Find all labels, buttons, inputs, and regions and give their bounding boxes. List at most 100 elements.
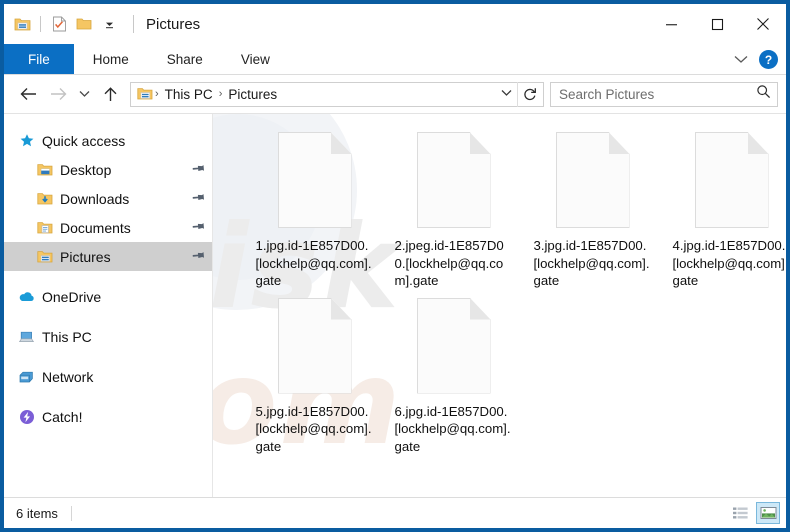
network-icon (18, 368, 35, 385)
sidebar-item-label: Documents (60, 219, 131, 236)
sidebar-item-label: Network (42, 368, 94, 385)
address-dropdown-chevron-down-icon[interactable] (495, 88, 517, 100)
forward-button[interactable] (44, 81, 72, 107)
address-bar: › This PC › Pictures (4, 75, 786, 113)
sidebar-item-label: Downloads (60, 190, 130, 207)
breadcrumb-separator[interactable]: › (154, 88, 160, 100)
search-input[interactable] (559, 86, 756, 102)
ribbon-right-controls: ? (734, 44, 778, 75)
breadcrumb-bar[interactable]: › This PC › Pictures (130, 81, 544, 107)
file-name-label: 5.jpg.id-1E857D00.[lockhelp@qq.com].gate (255, 403, 372, 454)
file-item[interactable]: 1.jpg.id-1E857D00.[lockhelp@qq.com].gate (245, 128, 384, 290)
sidebar-item-desktop[interactable]: Desktop (4, 155, 212, 184)
title-bar: Pictures (4, 4, 786, 44)
details-view-button[interactable] (728, 502, 752, 524)
qat-separator (40, 16, 41, 32)
close-button[interactable] (740, 4, 786, 44)
quick-access-toolbar (4, 4, 134, 44)
pin-icon[interactable] (189, 160, 208, 179)
folder-properties-icon[interactable] (48, 13, 70, 35)
onedrive-cloud-icon (18, 288, 35, 305)
navigation-pane: Quick access Desktop Downloads Documents… (4, 114, 212, 497)
file-item[interactable]: 5.jpg.id-1E857D00.[lockhelp@qq.com].gate (245, 294, 384, 456)
view-mode-buttons (728, 502, 780, 524)
window-controls (648, 4, 786, 44)
sidebar-item-label: OneDrive (42, 288, 102, 305)
title-separator (133, 15, 134, 33)
file-name-label: 3.jpg.id-1E857D00.[lockhelp@qq.com].gate (533, 238, 650, 288)
downloads-folder-icon (36, 190, 53, 207)
tab-view[interactable]: View (222, 44, 289, 74)
file-name-label: 1.jpg.id-1E857D00.[lockhelp@qq.com].gate (255, 238, 372, 288)
search-box[interactable] (550, 81, 778, 107)
file-name-label: 6.jpg.id-1E857D00.[lockhelp@qq.com].gate (394, 403, 511, 454)
pin-icon[interactable] (189, 189, 208, 208)
breadcrumb-separator[interactable]: › (218, 88, 224, 100)
star-icon (18, 132, 35, 149)
blank-document-icon (555, 132, 630, 228)
tab-home[interactable]: Home (74, 44, 148, 74)
sidebar-item-label: Catch! (42, 408, 83, 425)
sidebar-item-label: This PC (42, 328, 92, 345)
sidebar-item-label: Desktop (60, 161, 112, 178)
breadcrumb-folder-icon (136, 86, 153, 103)
window-menu-folder-icon[interactable] (11, 13, 33, 35)
recent-locations-chevron-down-icon[interactable] (74, 81, 94, 107)
sidebar-item-onedrive[interactable]: OneDrive (4, 282, 212, 311)
sidebar-item-this-pc[interactable]: This PC (4, 322, 212, 351)
sidebar-item-label: Pictures (60, 248, 111, 265)
breadcrumb: › This PC › Pictures (136, 86, 495, 103)
explorer-body: Quick access Desktop Downloads Documents… (4, 113, 786, 497)
item-count-label: 6 items (16, 505, 58, 521)
large-icons-view-button[interactable] (756, 502, 780, 524)
breadcrumb-this-pc[interactable]: This PC (161, 87, 217, 102)
tab-file[interactable]: File (4, 44, 74, 74)
file-item[interactable]: 3.jpg.id-1E857D00.[lockhelp@qq.com].gate (523, 128, 662, 290)
sidebar-item-documents[interactable]: Documents (4, 213, 212, 242)
breadcrumb-pictures[interactable]: Pictures (224, 87, 281, 102)
file-list-view[interactable]: lisk com 1.jpg.id-1E857D00.[lockhelp@qq.… (212, 114, 786, 497)
maximize-button[interactable] (694, 4, 740, 44)
file-grid: 1.jpg.id-1E857D00.[lockhelp@qq.com].gate… (213, 114, 786, 455)
sidebar-item-network[interactable]: Network (4, 362, 212, 391)
customize-qat-icon[interactable] (98, 13, 120, 35)
expand-ribbon-chevron-down-icon[interactable] (734, 51, 748, 69)
refresh-button[interactable] (517, 81, 541, 107)
pin-icon[interactable] (189, 218, 208, 237)
help-icon[interactable]: ? (759, 50, 778, 69)
minimize-button[interactable] (648, 4, 694, 44)
file-item[interactable]: 4.jpg.id-1E857D00.[lockhelp@qq.com].gate (662, 128, 786, 290)
file-name-label: 2.jpeg.id-1E857D00.[lockhelp@qq.com].gat… (394, 238, 504, 288)
sidebar-item-label: Quick access (42, 132, 126, 149)
pin-icon[interactable] (189, 247, 208, 266)
file-item[interactable]: 2.jpeg.id-1E857D00.[lockhelp@qq.com].gat… (384, 128, 523, 290)
blank-document-icon (277, 132, 352, 228)
file-item[interactable]: 6.jpg.id-1E857D00.[lockhelp@qq.com].gate (384, 294, 523, 456)
sidebar-item-quick-access[interactable]: Quick access (4, 126, 212, 155)
blank-document-icon (277, 297, 352, 394)
back-button[interactable] (14, 81, 42, 107)
search-icon[interactable] (756, 84, 771, 104)
desktop-folder-icon (36, 161, 53, 178)
blank-document-icon (416, 297, 491, 394)
file-name-label: 4.jpg.id-1E857D00.[lockhelp@qq.com].gate (672, 238, 787, 288)
window-title: Pictures (146, 15, 201, 33)
up-button[interactable] (96, 81, 124, 107)
sidebar-item-pictures[interactable]: Pictures (4, 242, 212, 271)
documents-folder-icon (36, 219, 53, 236)
new-folder-icon[interactable] (73, 13, 95, 35)
this-pc-icon (18, 328, 35, 345)
tab-share[interactable]: Share (148, 44, 222, 74)
catch-icon (18, 408, 35, 425)
sidebar-item-downloads[interactable]: Downloads (4, 184, 212, 213)
sidebar-item-catch[interactable]: Catch! (4, 402, 212, 431)
blank-document-icon (694, 132, 769, 228)
status-bar: 6 items (4, 497, 786, 528)
explorer-window: Pictures File Home Share View ? › This P… (0, 0, 790, 532)
pictures-folder-icon (36, 248, 53, 265)
blank-document-icon (416, 132, 491, 228)
